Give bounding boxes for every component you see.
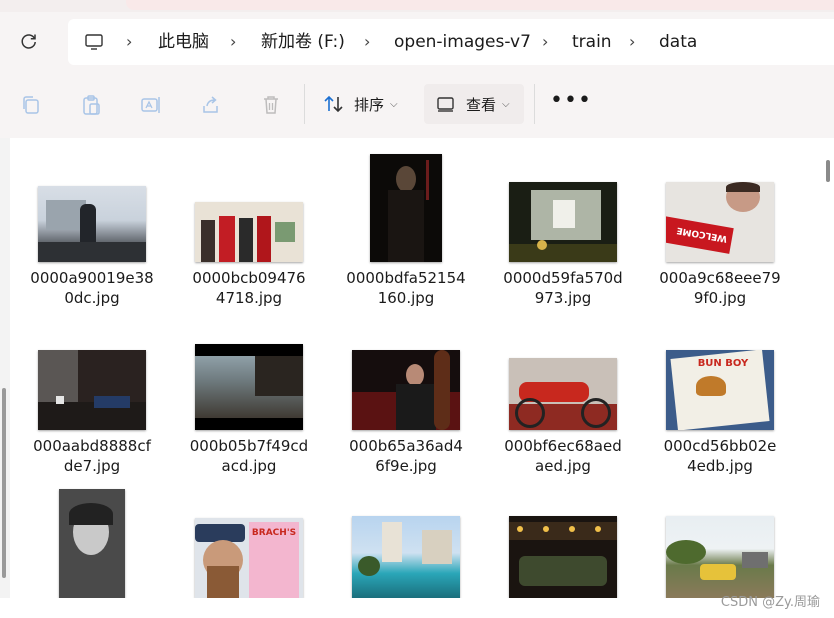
file-item[interactable]: 000b05b7f49cd acd.jpg: [179, 306, 319, 475]
file-name: 000cd56bb02e 4edb.jpg: [663, 437, 777, 475]
file-item[interactable]: [22, 474, 162, 618]
file-name: 000b65a36ad4 6f9e.jpg: [349, 437, 463, 475]
navigation-scrollbar[interactable]: [2, 388, 6, 578]
chevron-right-icon: ›: [542, 32, 549, 51]
breadcrumb-volume-f[interactable]: 新加卷 (F:): [261, 19, 345, 65]
chevron-right-icon: ›: [126, 32, 133, 51]
navigation-pane-edge: [0, 138, 10, 618]
chevron-down-icon: ⌵: [502, 98, 510, 110]
file-item[interactable]: 0000d59fa570d 973.jpg: [493, 138, 633, 307]
bun-boy-text: BUN BOY: [697, 358, 749, 369]
image-thumbnail: [195, 202, 303, 262]
view-button[interactable]: 查看 ⌵: [424, 84, 524, 124]
toolbar-divider: [304, 84, 305, 124]
file-name: 0000bdfa52154 160.jpg: [346, 269, 466, 307]
command-bar: 排序 ⌵ 查看 ⌵ •••: [0, 70, 834, 139]
image-thumbnail: [352, 516, 460, 598]
brachs-text: BRACH'S: [251, 528, 297, 538]
delete-icon[interactable]: [260, 94, 282, 116]
breadcrumb-open-images[interactable]: open-images-v7: [394, 19, 531, 65]
image-thumbnail: [38, 186, 146, 262]
image-thumbnail: [59, 489, 125, 601]
file-item[interactable]: BUN BOY 000cd56bb02e 4edb.jpg: [650, 306, 790, 475]
image-thumbnail: [509, 182, 617, 262]
rename-icon[interactable]: [140, 94, 162, 116]
image-thumbnail: BUN BOY: [666, 350, 774, 430]
file-item[interactable]: BRACH'S: [179, 474, 319, 618]
watermark: CSDN @Zy.周瑜: [720, 595, 820, 610]
image-thumbnail: [38, 350, 146, 430]
breadcrumb-train[interactable]: train: [572, 19, 612, 65]
chevron-down-icon: ⌵: [390, 98, 398, 110]
file-item[interactable]: [493, 474, 633, 618]
image-thumbnail: [352, 350, 460, 430]
copy-icon[interactable]: [20, 94, 42, 116]
chevron-right-icon: ›: [629, 32, 636, 51]
file-name: 000bf6ec68aed aed.jpg: [504, 437, 622, 475]
view-label: 查看: [466, 95, 497, 114]
file-name: 0000d59fa570d 973.jpg: [503, 269, 623, 307]
refresh-button[interactable]: [14, 26, 44, 56]
toolbar-divider: [534, 84, 535, 124]
file-item[interactable]: [336, 474, 476, 618]
file-name: 000b05b7f49cd acd.jpg: [189, 437, 309, 475]
share-icon[interactable]: [200, 94, 222, 116]
vertical-scrollbar[interactable]: [826, 160, 830, 182]
sort-label: 排序: [354, 95, 385, 114]
refresh-icon: [21, 34, 36, 49]
image-thumbnail: [509, 516, 617, 598]
sort-icon: [324, 95, 343, 113]
image-thumbnail: [370, 154, 442, 262]
address-bar[interactable]: › 此电脑 › 新加卷 (F:) › open-images-v7 › trai…: [68, 19, 834, 65]
file-item[interactable]: 0000a90019e38 0dc.jpg: [22, 138, 162, 307]
file-name: 000a9c68eee79 9f0.jpg: [659, 269, 781, 307]
image-thumbnail: [666, 516, 774, 598]
computer-icon: [85, 34, 103, 50]
file-name: 000aabd8888cf de7.jpg: [33, 437, 151, 475]
chevron-right-icon: ›: [364, 32, 371, 51]
image-thumbnail: WELCOME: [666, 182, 774, 262]
image-thumbnail: [509, 358, 617, 430]
file-item[interactable]: 000aabd8888cf de7.jpg: [22, 306, 162, 475]
more-options-button[interactable]: •••: [550, 90, 591, 116]
file-name: 0000bcb09476 4718.jpg: [192, 269, 306, 307]
file-item[interactable]: 000bf6ec68aed aed.jpg: [493, 306, 633, 475]
file-item[interactable]: WELCOME 000a9c68eee79 9f0.jpg: [650, 138, 790, 307]
address-row: › 此电脑 › 新加卷 (F:) › open-images-v7 › trai…: [0, 12, 834, 70]
paste-icon[interactable]: [80, 94, 102, 116]
file-list-pane: 0000a90019e38 0dc.jpg 0000bcb09476 4718.jp…: [0, 138, 834, 618]
bottom-edge: [0, 598, 834, 618]
file-name: 0000a90019e38 0dc.jpg: [30, 269, 154, 307]
sort-button[interactable]: 排序 ⌵: [318, 84, 410, 124]
image-thumbnail: [195, 344, 303, 430]
breadcrumb-this-pc[interactable]: 此电脑: [158, 19, 209, 65]
file-item[interactable]: 000b65a36ad4 6f9e.jpg: [336, 306, 476, 475]
chevron-right-icon: ›: [230, 32, 237, 51]
title-strip: [0, 0, 834, 12]
view-icon: [437, 97, 454, 112]
thumbnail-grid: 0000a90019e38 0dc.jpg 0000bcb09476 4718.jp…: [20, 138, 810, 618]
active-tab-edge: [126, 0, 834, 10]
file-item[interactable]: 0000bcb09476 4718.jpg: [179, 138, 319, 307]
image-thumbnail: BRACH'S: [195, 518, 303, 598]
file-item[interactable]: 0000bdfa52154 160.jpg: [336, 138, 476, 307]
breadcrumb-data[interactable]: data: [659, 19, 697, 65]
